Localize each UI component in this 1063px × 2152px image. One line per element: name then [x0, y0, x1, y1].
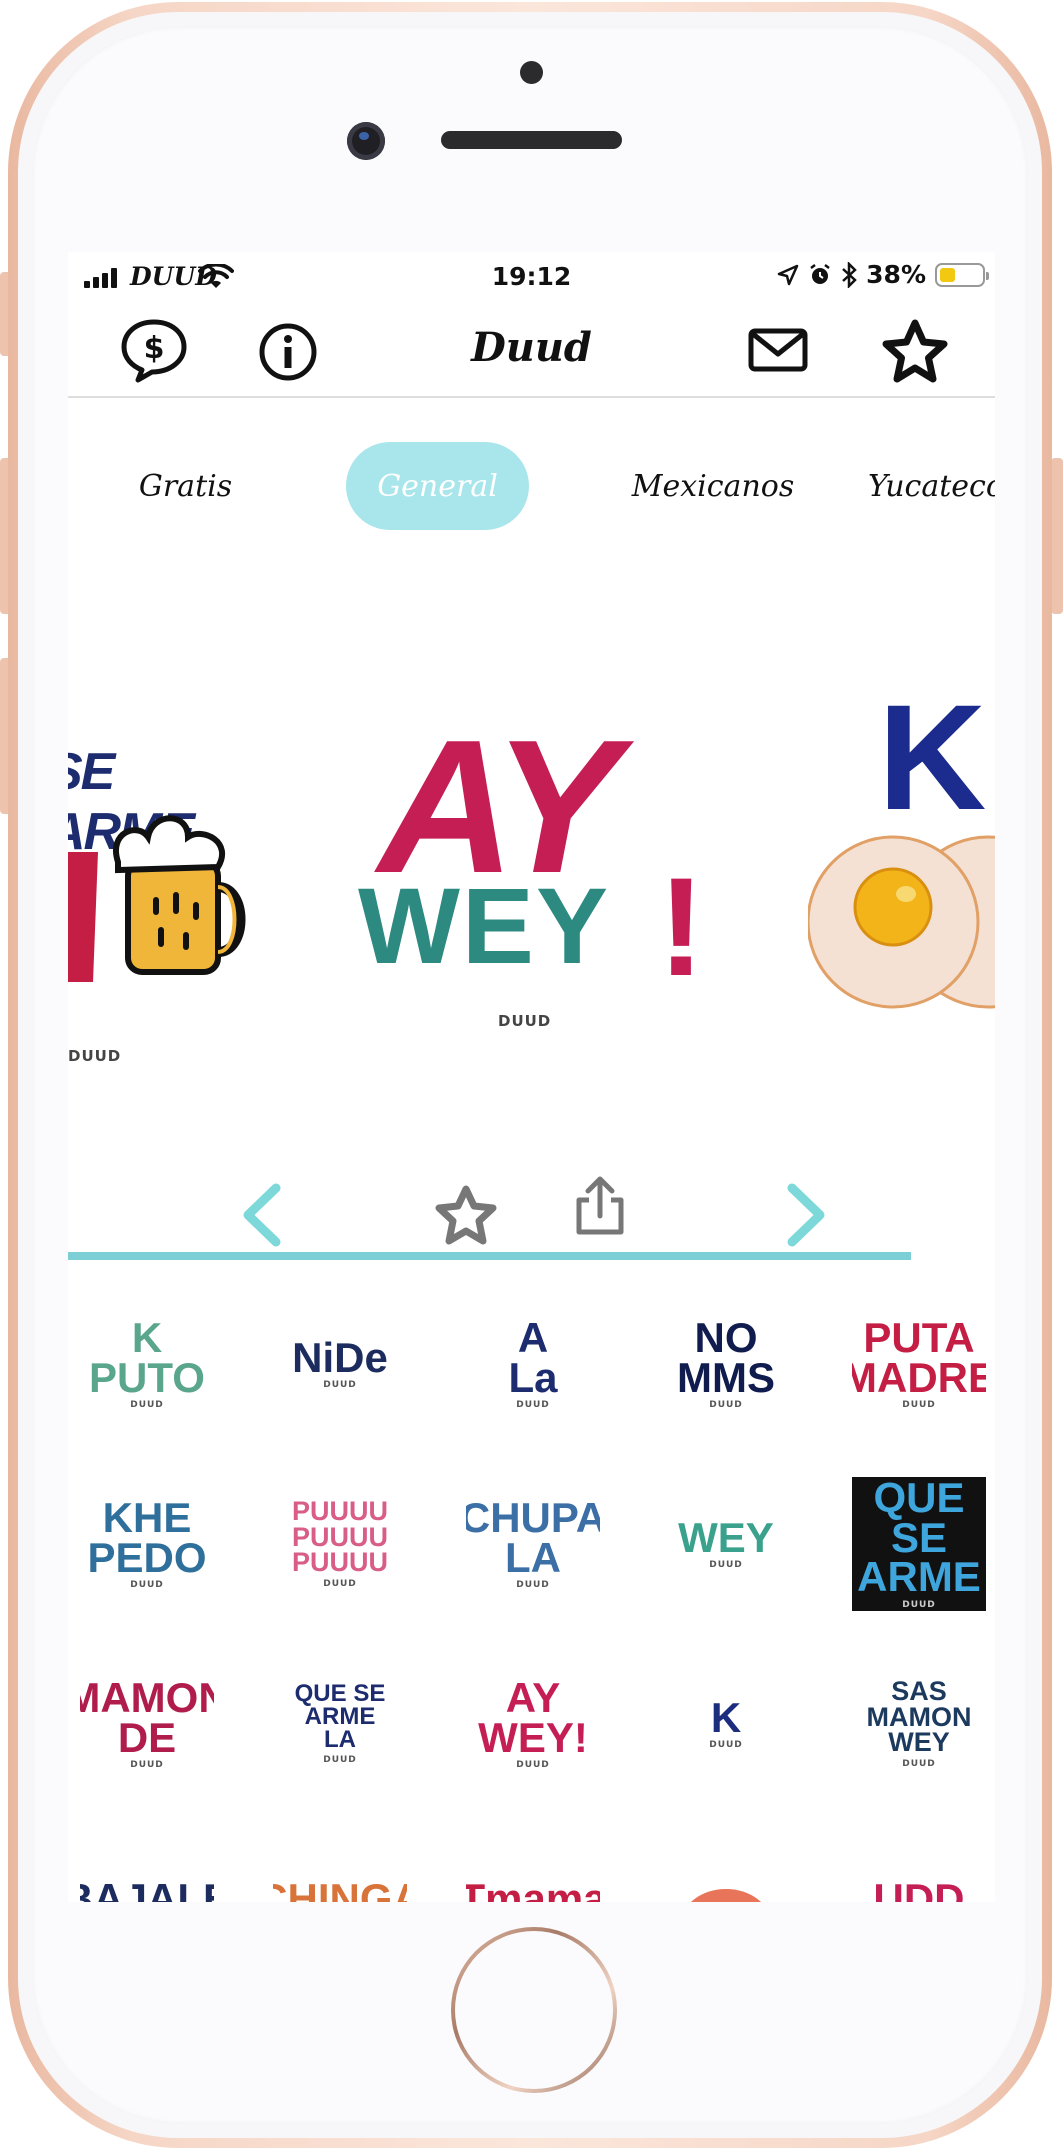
app-title: Duud — [471, 324, 592, 371]
sticker-item[interactable]: NO MMS DUUD — [659, 1297, 793, 1431]
sticker-item[interactable]: QUE SE ARME LA DUUD — [273, 1657, 407, 1791]
sticker-text: KHE PEDO — [87, 1493, 207, 1581]
sticker-main-line2: WEY — [358, 865, 611, 986]
carousel-prev-sticker[interactable]: SE ARME DUUD — [68, 722, 268, 1065]
navigation-bar: $ Duud — [68, 304, 995, 398]
bluetooth-icon — [842, 261, 857, 288]
sticker-watermark: DUUD — [323, 1754, 357, 1765]
sticker-item[interactable]: AY WEY! DUUD — [466, 1657, 600, 1791]
sticker-watermark: DUUD — [516, 1580, 550, 1591]
sticker-text: QUE SE ARME LA — [294, 1680, 386, 1753]
status-bar: DUUD 19:12 38% — [68, 252, 995, 304]
sticker-item[interactable]: KHE PEDO DUUD — [80, 1477, 214, 1611]
sticker-text: AY WEY! — [478, 1673, 588, 1761]
chevron-right-icon[interactable] — [780, 1182, 830, 1248]
sticker-watermark: DUUD — [902, 1758, 936, 1769]
sticker-item[interactable]: A La DUUD — [466, 1297, 600, 1431]
sticker-watermark: DUUD — [130, 1400, 164, 1411]
tab-yucatecos[interactable]: Yucatecos — [868, 442, 995, 530]
sticker-item[interactable] — [659, 1832, 793, 1902]
peach-icon — [681, 1889, 771, 1902]
carousel-controls — [68, 1172, 995, 1252]
sticker-item[interactable]: CHINGA — [273, 1832, 407, 1902]
sticker-text: A La — [508, 1313, 558, 1401]
sticker-item[interactable]: Tmama — [466, 1832, 600, 1902]
battery-fill — [940, 267, 956, 282]
sticker-text: CHINGA — [273, 1875, 407, 1902]
sticker-watermark: DUUD — [709, 1400, 743, 1411]
alarm-icon — [810, 263, 830, 284]
sticker-text: CHUPA LA — [466, 1493, 600, 1581]
sticker-item[interactable]: SAS MAMON WEY DUUD — [852, 1657, 986, 1791]
mail-icon[interactable] — [748, 328, 808, 372]
carousel-current-watermark: DUUD — [498, 1012, 552, 1030]
carousel-next-sticker[interactable]: K DUUD — [808, 682, 995, 1042]
sticker-text: MAMON DE — [80, 1673, 214, 1761]
sticker-text: BAJALE — [80, 1875, 214, 1902]
sticker-item[interactable]: PUUUU PUUUU PUUUU DUUD — [273, 1477, 407, 1611]
battery-icon — [935, 262, 989, 287]
sticker-text: NiDe — [292, 1333, 388, 1381]
sticker-watermark: DUUD — [323, 1380, 357, 1391]
sticker-text: UDD — [873, 1875, 965, 1902]
sticker-watermark: DUUD — [709, 1560, 743, 1571]
home-button[interactable] — [451, 1927, 617, 2093]
proximity-sensor — [520, 61, 543, 84]
sticker-item[interactable]: CHUPA LA DUUD — [466, 1477, 600, 1611]
app-screen: DUUD 19:12 38% $ Duud Gratis General Mex… — [68, 252, 995, 1902]
sticker-watermark: DUUD — [709, 1740, 743, 1751]
sticker-item[interactable]: K PUTO DUUD — [80, 1297, 214, 1431]
sticker-watermark: DUUD — [130, 1760, 164, 1771]
sticker-text: WEY — [678, 1513, 774, 1561]
sticker-item[interactable]: NiDe DUUD — [273, 1297, 407, 1431]
sticker-text: PUTA MADRE — [852, 1313, 986, 1401]
carousel-progress-bar — [68, 1252, 911, 1260]
fried-eggs-icon — [808, 835, 995, 1009]
power-button — [1051, 458, 1063, 614]
battery-percent: 38% — [866, 260, 926, 289]
earpiece-speaker — [441, 131, 622, 149]
favorites-star-icon[interactable] — [880, 318, 950, 386]
location-arrow-icon — [777, 264, 799, 285]
sticker-text: Tmama — [466, 1875, 600, 1902]
sticker-watermark: DUUD — [130, 1580, 164, 1591]
sticker-watermark: DUUD — [323, 1578, 357, 1589]
sticker-item[interactable]: UDD — [852, 1832, 986, 1902]
front-camera — [347, 122, 385, 160]
tab-mexicanos[interactable]: Mexicanos — [613, 442, 813, 530]
sticker-text: QUE SE ARME — [857, 1477, 981, 1601]
carousel-current-sticker[interactable]: AY WEY ! DUUD — [358, 712, 705, 1042]
sticker-item[interactable]: BAJALE — [80, 1832, 214, 1902]
category-tabs: Gratis General Mexicanos Yucatecos — [68, 442, 995, 532]
sticker-main-bang: ! — [658, 848, 705, 1005]
sticker-text: PUUUU PUUUU PUUUU — [291, 1496, 388, 1578]
tab-gratis[interactable]: Gratis — [118, 442, 253, 530]
sticker-item[interactable]: MAMON DE DUUD — [80, 1657, 214, 1791]
share-icon[interactable] — [571, 1176, 629, 1238]
sticker-text: SAS MAMON WEY — [866, 1676, 972, 1758]
sticker-watermark: DUUD — [516, 1760, 550, 1771]
favorite-star-icon[interactable] — [434, 1184, 498, 1246]
carousel-next-text: K — [878, 673, 987, 841]
sticker-item[interactable]: WEY DUUD — [659, 1477, 793, 1611]
beer-mug-icon — [68, 815, 246, 982]
sticker-watermark: DUUD — [902, 1600, 936, 1611]
sticker-watermark: DUUD — [516, 1400, 550, 1411]
sticker-item[interactable]: K DUUD — [659, 1657, 793, 1791]
sticker-carousel[interactable]: SE ARME DUUD AY WEY ! DUUD K — [68, 682, 995, 1102]
sticker-item[interactable]: PUTA MADRE DUUD — [852, 1297, 986, 1431]
tab-general[interactable]: General — [346, 442, 529, 530]
sticker-watermark: DUUD — [902, 1400, 936, 1411]
sticker-text: K PUTO — [89, 1313, 205, 1401]
chevron-left-icon[interactable] — [238, 1182, 288, 1248]
sticker-text: NO MMS — [677, 1313, 775, 1401]
carousel-prev-watermark: DUUD — [68, 1047, 122, 1065]
sticker-item[interactable]: QUE SE ARME DUUD — [852, 1477, 986, 1611]
sticker-text: K — [710, 1693, 742, 1741]
